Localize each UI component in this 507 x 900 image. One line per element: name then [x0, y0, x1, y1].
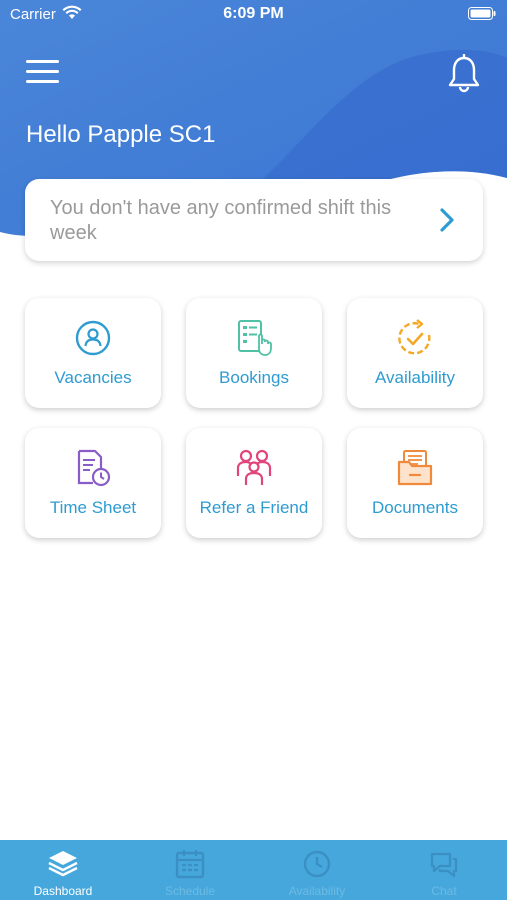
tile-vacancies[interactable]: Vacancies [25, 298, 161, 408]
tab-dashboard[interactable]: Dashboard [0, 840, 126, 900]
shift-notice-text: You don't have any confirmed shift this … [50, 197, 392, 244]
hamburger-icon [26, 60, 62, 83]
person-circle-icon [75, 320, 111, 356]
tab-label: Chat [431, 884, 457, 898]
tile-label: Time Sheet [49, 498, 137, 517]
people-icon [236, 449, 272, 485]
chat-bubble-icon [430, 852, 458, 878]
notifications-button[interactable] [447, 53, 481, 94]
clock-check-icon [398, 319, 431, 355]
tile-bookings[interactable]: Bookings [186, 298, 322, 408]
clock-time: 6:09 PM [223, 5, 284, 22]
tile-label: Vacancies [54, 368, 132, 387]
tile-time-sheet[interactable]: Time Sheet [25, 428, 161, 538]
battery-icon [468, 7, 496, 24]
calendar-icon [175, 850, 205, 879]
tile-label: Refer a Friend [199, 498, 309, 517]
greeting-text: Hello Papple SC1 [26, 121, 216, 148]
tile-refer-a-friend[interactable]: Refer a Friend [186, 428, 322, 538]
tab-schedule[interactable]: Schedule [127, 840, 253, 900]
layers-icon [48, 851, 78, 877]
tile-label: Documents [372, 498, 458, 517]
shift-notice-card[interactable]: You don't have any confirmed shift this … [25, 179, 483, 261]
tab-label: Schedule [164, 884, 216, 898]
clock-icon [303, 850, 331, 878]
tile-label: Availability [374, 368, 455, 387]
menu-button[interactable] [26, 60, 62, 88]
bottom-tab-bar: Dashboard Schedule Availability Chat [0, 840, 507, 900]
tab-chat[interactable]: Chat [381, 840, 507, 900]
tab-availability[interactable]: Availability [254, 840, 380, 900]
bell-icon [448, 53, 480, 93]
timesheet-icon [77, 449, 111, 487]
chevron-right-icon [440, 208, 454, 232]
tile-label: Bookings [219, 368, 289, 387]
folder-icon [397, 450, 433, 486]
booking-list-icon [238, 320, 272, 356]
tile-documents[interactable]: Documents [347, 428, 483, 538]
tile-availability[interactable]: Availability [347, 298, 483, 408]
tab-label: Dashboard [33, 884, 93, 898]
status-bar: Carrier 6:09 PM [0, 0, 507, 30]
tab-label: Availability [288, 884, 346, 898]
